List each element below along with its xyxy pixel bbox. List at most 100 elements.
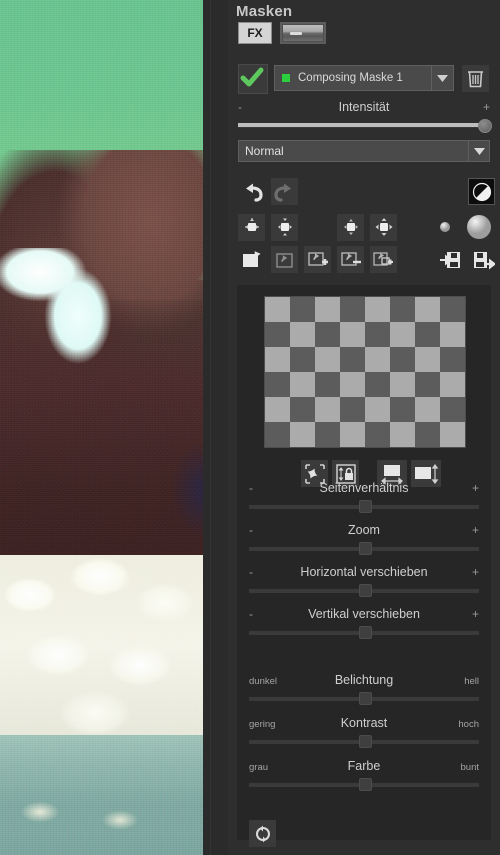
slider-handle[interactable] <box>358 584 372 597</box>
slider-decrease-button[interactable]: - <box>249 523 253 537</box>
mask-load-button[interactable] <box>437 246 464 273</box>
intensity-increase-button[interactable]: + <box>483 100 490 114</box>
brush-hardness-increase-button[interactable] <box>370 213 397 241</box>
brush-preview-large <box>464 212 494 242</box>
slider-handle[interactable] <box>358 542 372 555</box>
mask-subtract-button[interactable] <box>337 246 364 273</box>
slider-increase-button[interactable]: + <box>472 565 479 579</box>
slider-block-2: - Horizontal verschieben + <box>249 565 479 597</box>
slider-label: Belichtung <box>334 673 394 687</box>
mask-dropdown-value: Composing Maske 1 <box>298 72 403 84</box>
slider-increase-button[interactable]: + <box>472 607 479 621</box>
mask-load-icon <box>439 251 460 268</box>
reset-button[interactable] <box>249 820 276 847</box>
photo-chroma-noise-overlay <box>0 0 203 855</box>
intensity-slider-track[interactable] <box>238 119 492 133</box>
slider-max-label: hell <box>464 676 479 687</box>
slider-label: Seitenverhältnis <box>319 481 409 495</box>
mask-intersect-button[interactable] <box>370 246 397 273</box>
slider-track[interactable] <box>249 778 479 791</box>
brush-size-increase-button[interactable] <box>271 213 298 241</box>
slider-label-row: - Vertikal verschieben + <box>249 607 479 624</box>
slider-decrease-button[interactable]: - <box>249 565 253 579</box>
brush-hardness-decrease-icon <box>343 219 358 235</box>
brush-preview-small <box>431 214 458 241</box>
panel-divider <box>203 0 228 855</box>
slider-track[interactable] <box>249 735 479 748</box>
intensity-label-row: - Intensität + <box>238 100 490 117</box>
slider-handle[interactable] <box>358 500 372 513</box>
slider-block-4: dunkel Belichtung hell <box>249 673 479 705</box>
image-preview-canvas[interactable] <box>0 0 203 855</box>
slider-track[interactable] <box>249 692 479 705</box>
mask-add-button[interactable] <box>304 246 331 273</box>
intensity-slider-handle[interactable] <box>478 119 492 133</box>
slider-track[interactable] <box>249 542 479 555</box>
intensity-decrease-button[interactable]: - <box>238 100 242 114</box>
undo-button[interactable] <box>238 178 265 205</box>
mask-new-button[interactable] <box>238 246 265 273</box>
slider-min-label: gering <box>249 719 276 730</box>
mask-editor-subpanel: - Seitenverhältnis + - Zoom + - Horizontal vers… <box>237 285 491 847</box>
mask-save-button[interactable] <box>470 246 497 273</box>
mask-dropdown[interactable]: Composing Maske 1 <box>274 65 454 91</box>
slider-min-label: grau <box>249 762 269 773</box>
slider-block-1: - Zoom + <box>249 523 479 555</box>
brush-hardness-increase-icon <box>375 218 392 236</box>
slider-handle[interactable] <box>358 735 372 748</box>
slider-block-5: gering Kontrast hoch <box>249 716 479 748</box>
mask-preview-checkerboard[interactable] <box>264 296 466 448</box>
history-tools-row <box>238 178 500 205</box>
slider-label-row: - Horizontal verschieben + <box>249 565 479 582</box>
mask-operations-row <box>238 246 497 273</box>
slider-increase-button[interactable]: + <box>472 523 479 537</box>
brush-preview-large-icon <box>467 215 491 239</box>
mask-new-icon <box>242 250 261 267</box>
mask-copy-button[interactable] <box>271 246 298 273</box>
slider-label-row: gering Kontrast hoch <box>249 716 479 733</box>
intensity-slider-block: - Intensität + <box>238 100 492 133</box>
slider-track[interactable] <box>249 626 479 639</box>
mask-color-swatch <box>282 74 290 82</box>
brush-settings-row <box>238 212 494 242</box>
thumbnail-image <box>283 25 323 41</box>
mask-selector-row: Composing Maske 1 <box>238 64 490 94</box>
slider-block-6: grau Farbe bunt <box>249 759 479 791</box>
checkmark-icon <box>240 67 264 87</box>
mask-copy-icon <box>275 252 293 268</box>
slider-handle[interactable] <box>358 692 372 705</box>
chevron-down-icon[interactable] <box>431 66 453 90</box>
mask-enabled-toggle[interactable] <box>238 64 268 94</box>
brush-size-decrease-icon <box>244 218 259 231</box>
reset-rotate-icon <box>255 825 270 842</box>
slider-label: Horizontal verschieben <box>300 565 428 579</box>
delete-mask-button[interactable] <box>462 65 489 92</box>
trash-icon <box>468 71 483 88</box>
mask-save-icon <box>473 251 495 270</box>
slider-handle[interactable] <box>358 778 372 791</box>
brush-hardness-decrease-button[interactable] <box>337 213 364 241</box>
slider-handle[interactable] <box>358 626 372 639</box>
tab-image-thumbnail[interactable] <box>280 22 326 44</box>
blend-mode-value: Normal <box>245 144 284 158</box>
tab-fx[interactable]: FX <box>238 22 272 44</box>
brush-preview-small-icon <box>439 222 450 232</box>
redo-button[interactable] <box>271 178 298 205</box>
slider-increase-button[interactable]: + <box>472 481 479 495</box>
slider-label: Vertikal verschieben <box>308 607 420 621</box>
chevron-down-icon[interactable] <box>468 141 489 161</box>
slider-decrease-button[interactable]: - <box>249 481 253 495</box>
slider-block-3: - Vertikal verschieben + <box>249 607 479 639</box>
redo-icon <box>273 183 291 202</box>
invert-mask-icon <box>472 182 491 201</box>
invert-mask-button[interactable] <box>468 178 495 205</box>
intensity-track-fill <box>238 123 484 127</box>
blend-mode-dropdown[interactable]: Normal <box>238 140 490 162</box>
slider-label: Kontrast <box>340 716 388 730</box>
brush-size-decrease-button[interactable] <box>238 213 265 241</box>
slider-block-0: - Seitenverhältnis + <box>249 481 479 513</box>
slider-track[interactable] <box>249 584 479 597</box>
slider-track[interactable] <box>249 500 479 513</box>
slider-decrease-button[interactable]: - <box>249 607 253 621</box>
slider-min-label: dunkel <box>249 676 277 687</box>
